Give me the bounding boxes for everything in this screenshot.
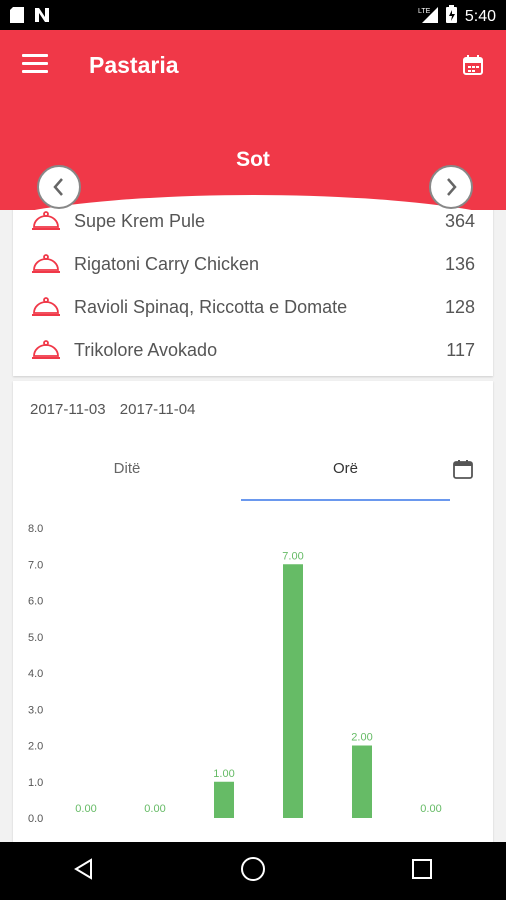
calendar-icon xyxy=(453,460,473,479)
hamburger-icon xyxy=(22,54,48,57)
sd-card-icon xyxy=(10,7,24,28)
bar-value-label: 7.00 xyxy=(282,550,303,562)
battery-icon xyxy=(445,5,457,28)
food-tray-icon xyxy=(32,211,60,230)
y-tick-label: 0.0 xyxy=(28,813,43,825)
product-count: 117 xyxy=(446,340,475,360)
bar-value-label: 0.00 xyxy=(75,803,96,815)
bar[interactable] xyxy=(352,745,372,819)
product-count: 128 xyxy=(444,297,475,317)
back-triangle-icon xyxy=(73,857,92,880)
home-button[interactable] xyxy=(240,856,266,887)
hourly-sales-chart: 0.0 1.0 2.0 3.0 4.0 5.0 6.0 7.0 8.0 0.00 0.00 1.00 7… xyxy=(28,523,442,825)
top-products-list: Supe Krem Pule 364 Rigatoni Carry Chicke… xyxy=(13,200,493,376)
product-name: Ravioli Spinaq, Riccotta e Domate xyxy=(74,297,348,317)
product-count: 136 xyxy=(444,254,475,274)
bar[interactable] xyxy=(283,564,303,818)
period-label: Sot xyxy=(236,148,270,171)
calendar-button[interactable] xyxy=(462,54,484,76)
status-bar: LTE 5:40 xyxy=(0,0,506,30)
notification-n-icon xyxy=(34,7,50,28)
y-tick-label: 7.0 xyxy=(28,559,43,571)
product-name: Trikolore Avokado xyxy=(74,340,218,360)
page-title: Pastaria xyxy=(89,52,179,78)
chart-calendar-button[interactable] xyxy=(453,459,473,479)
date-start: 2017-11-03 xyxy=(30,401,106,418)
y-tick-label: 5.0 xyxy=(28,632,43,644)
list-item[interactable]: Ravioli Spinaq, Riccotta e Domate 128 xyxy=(13,289,493,329)
home-circle-icon xyxy=(240,856,265,881)
food-tray-icon xyxy=(32,254,60,273)
bar-value-label: 1.00 xyxy=(213,768,234,780)
list-item[interactable]: Trikolore Avokado 117 xyxy=(13,332,493,372)
y-tick-label: 4.0 xyxy=(28,668,43,680)
y-tick-label: 1.0 xyxy=(28,777,43,789)
tab-hour[interactable]: Orë xyxy=(241,459,450,501)
product-count: 364 xyxy=(444,211,475,231)
signal-icon: LTE xyxy=(418,5,438,28)
date-end: 2017-11-04 xyxy=(119,401,196,418)
status-time: 5:40 xyxy=(464,7,496,25)
bar-value-label: 2.00 xyxy=(351,732,372,744)
food-tray-icon xyxy=(32,340,60,359)
recents-button[interactable] xyxy=(411,858,433,885)
y-tick-label: 6.0 xyxy=(28,596,43,608)
product-name: Rigatoni Carry Chicken xyxy=(74,254,260,274)
back-button[interactable] xyxy=(73,857,95,885)
list-item[interactable]: Rigatoni Carry Chicken 136 xyxy=(13,246,493,286)
food-tray-icon xyxy=(32,297,60,316)
date-range: 2017-11-03 2017-11-04 xyxy=(30,401,205,418)
bar-value-label: 0.00 xyxy=(420,803,441,815)
bar[interactable] xyxy=(214,781,234,818)
y-tick-label: 2.0 xyxy=(28,741,43,753)
network-type-label: LTE xyxy=(418,8,431,15)
tab-day[interactable]: Ditë xyxy=(13,459,241,499)
chevron-left-icon xyxy=(53,178,63,196)
chevron-right-icon xyxy=(447,178,457,196)
sales-chart-card: 2017-11-03 2017-11-04 Ditë Orë 0.0 1.0 2.0… xyxy=(13,381,493,843)
previous-period-button[interactable] xyxy=(37,165,81,209)
menu-button[interactable] xyxy=(22,54,48,76)
bar-value-label: 0.00 xyxy=(144,803,165,815)
product-name: Supe Krem Pule xyxy=(74,211,206,231)
system-nav-bar xyxy=(0,842,506,900)
recents-square-icon xyxy=(412,858,433,879)
y-tick-label: 8.0 xyxy=(28,523,43,535)
next-period-button[interactable] xyxy=(429,165,473,209)
y-tick-label: 3.0 xyxy=(28,704,43,716)
calendar-icon xyxy=(463,55,483,75)
